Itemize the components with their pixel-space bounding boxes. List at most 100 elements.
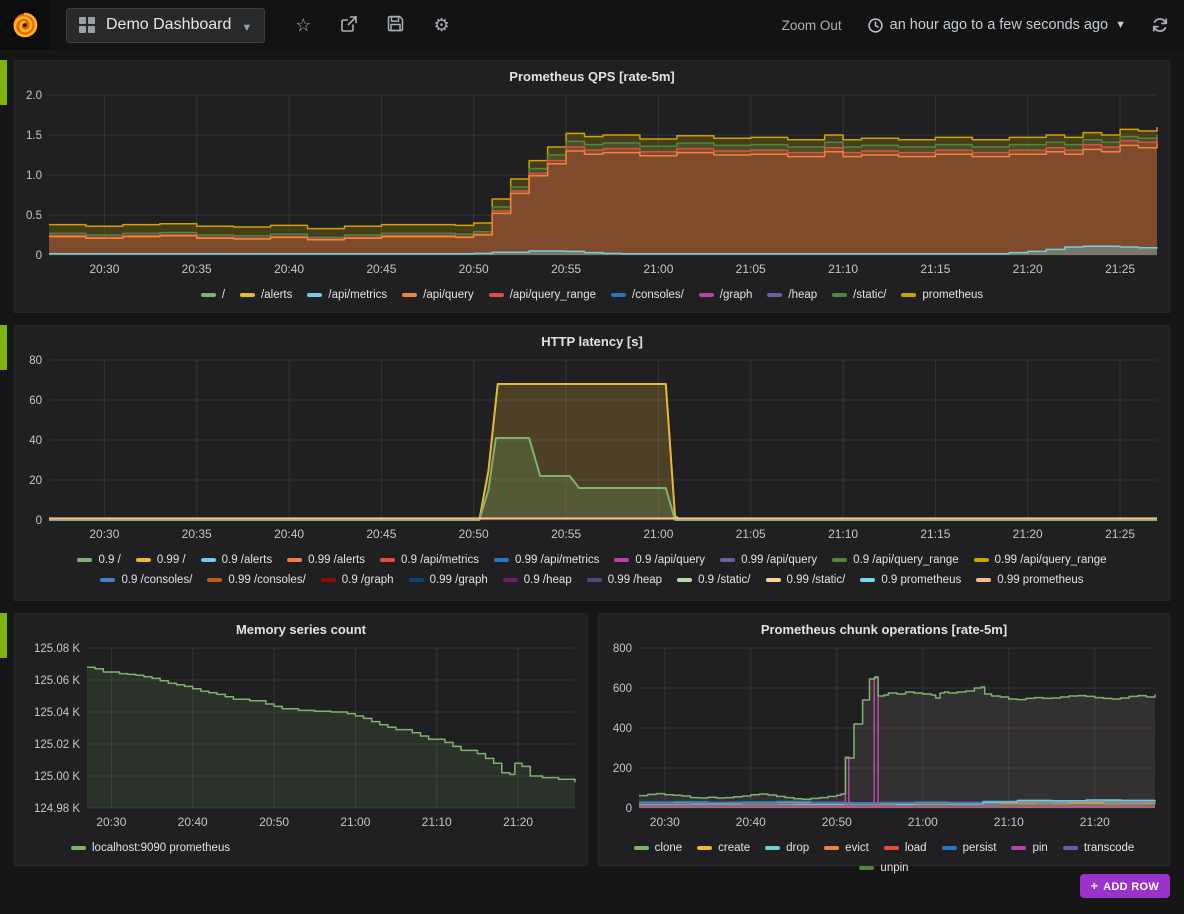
row-handle[interactable] xyxy=(0,60,7,105)
legend-swatch xyxy=(287,558,302,562)
y-tick-label: 2.0 xyxy=(26,90,42,102)
legend-swatch xyxy=(489,293,504,297)
legend-swatch xyxy=(71,846,86,850)
legend-item[interactable]: 0.99 /static/ xyxy=(766,574,846,586)
y-tick-label: 80 xyxy=(29,355,42,367)
legend-item[interactable]: 0.9 /graph xyxy=(321,574,394,586)
refresh-icon[interactable] xyxy=(1152,17,1168,33)
legend-item[interactable]: /api/query xyxy=(402,289,474,301)
y-tick-label: 60 xyxy=(29,395,42,407)
panel-title[interactable]: Prometheus chunk operations [rate-5m] xyxy=(599,614,1169,640)
legend-swatch xyxy=(767,293,782,297)
chevron-down-icon: ▼ xyxy=(241,22,252,34)
y-tick-label: 20 xyxy=(29,475,42,487)
legend-item[interactable]: /static/ xyxy=(832,289,886,301)
legend-label: /api/query_range xyxy=(510,289,596,301)
dashboard-picker-button[interactable]: Demo Dashboard ▼ xyxy=(66,8,265,43)
legend-item[interactable]: 0.99 /api/query xyxy=(720,554,817,566)
legend-item[interactable]: localhost:9090 prometheus xyxy=(71,842,230,854)
legend-swatch xyxy=(697,846,712,850)
legend-item[interactable]: /api/metrics xyxy=(307,289,387,301)
add-row-button[interactable]: +ADD ROW xyxy=(1080,874,1170,898)
x-tick-label: 21:05 xyxy=(736,262,766,276)
legend-item[interactable]: 0.9 /consoles/ xyxy=(100,574,192,586)
legend-label: / xyxy=(222,289,225,301)
panel-title[interactable]: HTTP latency [s] xyxy=(15,326,1169,352)
y-tick-label: 200 xyxy=(613,763,632,775)
favorite-star-icon[interactable]: ☆ xyxy=(295,16,311,34)
grafana-logo[interactable] xyxy=(0,0,50,50)
x-tick-label: 20:50 xyxy=(459,527,489,541)
legend-item[interactable]: 0.99 /graph xyxy=(409,574,488,586)
row-handle[interactable] xyxy=(0,613,7,658)
legend-item[interactable]: 0.9 /static/ xyxy=(677,574,750,586)
legend-item[interactable]: 0.99 / xyxy=(136,554,186,566)
legend-item[interactable]: 0.99 /consoles/ xyxy=(207,574,305,586)
legend-item[interactable]: prometheus xyxy=(901,289,983,301)
legend-label: 0.9 /static/ xyxy=(698,574,750,586)
graph-canvas[interactable]: 124.98 K125.00 K125.02 K125.04 K125.06 K… xyxy=(15,640,587,839)
save-icon[interactable] xyxy=(387,15,404,35)
legend-item[interactable]: drop xyxy=(765,842,809,854)
legend-label: 0.99 /api/query_range xyxy=(995,554,1107,566)
panel-title[interactable]: Memory series count xyxy=(15,614,587,640)
legend-item[interactable]: 0.9 /heap xyxy=(503,574,572,586)
x-tick-label: 20:40 xyxy=(178,815,208,829)
legend-item[interactable]: /alerts xyxy=(240,289,292,301)
legend-item[interactable]: 0.99 /api/metrics xyxy=(494,554,599,566)
legend-label: /consoles/ xyxy=(632,289,684,301)
y-tick-label: 0 xyxy=(36,515,42,527)
legend-item[interactable]: evict xyxy=(824,842,869,854)
legend-item[interactable]: clone xyxy=(634,842,683,854)
legend-item[interactable]: /consoles/ xyxy=(611,289,684,301)
graph-canvas[interactable]: 00.51.01.52.020:3020:3520:4020:4520:5020… xyxy=(15,87,1169,286)
legend-item[interactable]: 0.9 /api/query_range xyxy=(832,554,959,566)
graph-canvas[interactable]: 020040060080020:3020:4020:5021:0021:1021… xyxy=(599,640,1169,839)
legend-swatch xyxy=(832,558,847,562)
graph-legend: localhost:9090 prometheus xyxy=(15,839,587,862)
legend-item[interactable]: persist xyxy=(942,842,997,854)
legend-item[interactable]: 0.9 / xyxy=(77,554,120,566)
legend-item[interactable]: 0.99 /alerts xyxy=(287,554,365,566)
x-tick-label: 20:50 xyxy=(822,815,852,829)
dashboard-row: Prometheus QPS [rate-5m] 00.51.01.52.020… xyxy=(0,60,1184,313)
legend-item[interactable]: 0.99 /heap xyxy=(587,574,662,586)
legend-item[interactable]: unpin xyxy=(859,862,908,874)
x-tick-label: 20:45 xyxy=(366,262,396,276)
legend-item[interactable]: pin xyxy=(1011,842,1047,854)
legend-item[interactable]: 0.9 prometheus xyxy=(860,574,961,586)
legend-swatch xyxy=(614,558,629,562)
graph-legend: 0.9 / 0.99 / 0.9 /alerts 0.99 /alerts 0.9 /a… xyxy=(15,551,1169,594)
legend-item[interactable]: transcode xyxy=(1063,842,1135,854)
legend-label: 0.99 /static/ xyxy=(787,574,846,586)
row-handle[interactable] xyxy=(0,325,7,370)
legend-label: create xyxy=(718,842,750,854)
legend-item[interactable]: 0.9 /api/metrics xyxy=(380,554,479,566)
gear-icon[interactable]: ⚙ xyxy=(433,16,449,34)
legend-label: 0.99 /graph xyxy=(430,574,488,586)
legend-item[interactable]: /graph xyxy=(699,289,753,301)
legend-item[interactable]: /api/query_range xyxy=(489,289,596,301)
dashboard-title: Demo Dashboard xyxy=(106,16,231,34)
panel-title[interactable]: Prometheus QPS [rate-5m] xyxy=(15,61,1169,87)
graph-canvas[interactable]: 02040608020:3020:3520:4020:4520:5020:552… xyxy=(15,352,1169,551)
zoom-out-button[interactable]: Zoom Out xyxy=(782,18,842,33)
legend-label: drop xyxy=(786,842,809,854)
legend-item[interactable]: /heap xyxy=(767,289,817,301)
legend-label: 0.9 /alerts xyxy=(222,554,273,566)
legend-swatch xyxy=(136,558,151,562)
legend-label: /alerts xyxy=(261,289,292,301)
y-tick-label: 40 xyxy=(29,435,42,447)
legend-swatch xyxy=(1011,846,1026,850)
legend-item[interactable]: create xyxy=(697,842,750,854)
legend-swatch xyxy=(942,846,957,850)
share-icon[interactable] xyxy=(340,15,358,36)
legend-swatch xyxy=(503,578,518,582)
legend-item[interactable]: 0.99 prometheus xyxy=(976,574,1083,586)
legend-item[interactable]: 0.99 /api/query_range xyxy=(974,554,1107,566)
legend-item[interactable]: 0.9 /api/query xyxy=(614,554,705,566)
legend-item[interactable]: 0.9 /alerts xyxy=(201,554,273,566)
legend-item[interactable]: / xyxy=(201,289,225,301)
time-range-picker[interactable]: an hour ago to a few seconds ago ▼ xyxy=(868,17,1126,33)
legend-item[interactable]: load xyxy=(884,842,927,854)
